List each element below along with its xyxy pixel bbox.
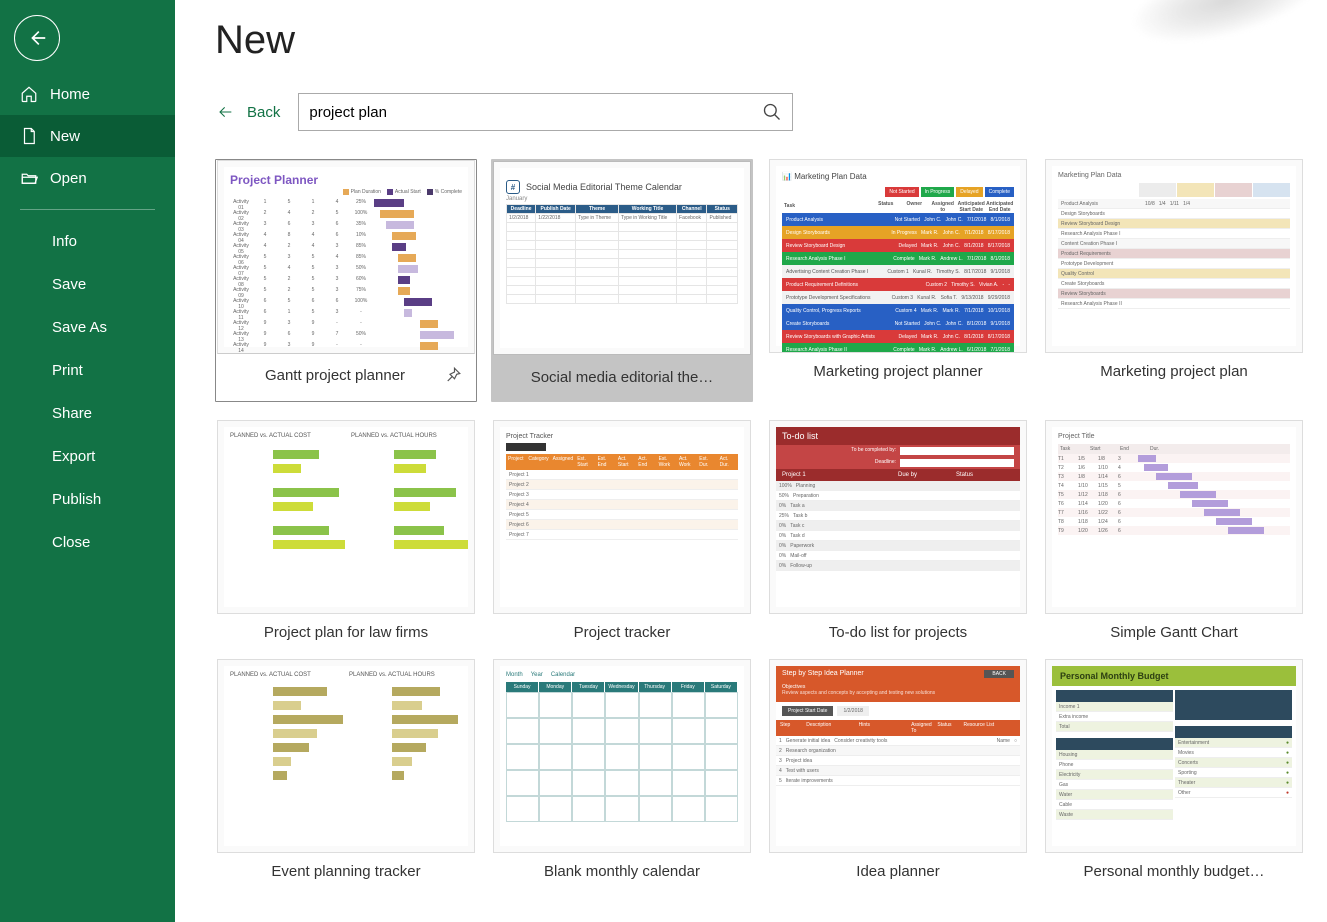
template-thumb: # Social Media Editorial Theme Calendar … (493, 161, 751, 355)
template-card-proj-tracker[interactable]: Project Tracker ProjectCategoryAssignedE… (491, 420, 753, 641)
sidebar-label: Info (52, 233, 77, 250)
template-label: Event planning tracker (215, 853, 477, 880)
template-thumb: PLANNED vs. ACTUAL COST PLANNED vs. ACTU… (217, 659, 475, 853)
template-thumb: Marketing Plan Data Product Analysis10/8… (1045, 159, 1303, 353)
arrow-left-icon (26, 27, 48, 49)
sidebar-label: Publish (52, 491, 101, 508)
home-icon (20, 85, 38, 103)
sidebar-label: New (50, 128, 80, 145)
sidebar-item-new[interactable]: New (0, 115, 175, 157)
sidebar-item-home[interactable]: Home (0, 73, 175, 115)
thumb-title: PLANNED vs. ACTUAL COST (230, 433, 345, 439)
arrow-left-icon (215, 104, 237, 120)
template-card-law-firms[interactable]: PLANNED vs. ACTUAL COST PLANNED vs. ACTU… (215, 420, 477, 641)
thumb-subtitle: Year (531, 672, 543, 678)
sidebar-item-publish[interactable]: Publish (0, 478, 175, 521)
template-thumb: Project Title TaskStartEndDur. T11/51/83… (1045, 420, 1303, 614)
back-link-label: Back (247, 104, 280, 121)
back-circle-button[interactable] (14, 15, 60, 61)
sidebar-item-close[interactable]: Close (0, 521, 175, 564)
thumb-title: Project Tracker (506, 433, 738, 440)
template-card-blank-calendar[interactable]: MonthYearCalendar SundayMondayTuesdayWed… (491, 659, 753, 880)
thumb-title: To-do list (776, 427, 1020, 445)
thumb-title: Project Title (1058, 433, 1290, 440)
thumb-title: Marketing Plan Data (1058, 172, 1290, 179)
template-grid: Project Planner Plan DurationActual Star… (215, 159, 1287, 880)
sidebar-label: Save As (52, 319, 107, 336)
template-thumb: Project Tracker ProjectCategoryAssignedE… (493, 420, 751, 614)
backstage-sidebar: Home New Open Info Save Save As Print Sh… (0, 0, 175, 922)
thumb-title: PLANNED vs. ACTUAL HOURS (349, 672, 462, 678)
template-label: Simple Gantt Chart (1043, 614, 1305, 641)
search-icon[interactable] (762, 102, 782, 122)
sidebar-item-open[interactable]: Open (0, 157, 175, 199)
template-label: Project plan for law firms (215, 614, 477, 641)
template-label: Idea planner (767, 853, 1029, 880)
template-thumb: MonthYearCalendar SundayMondayTuesdayWed… (493, 659, 751, 853)
template-card-event-tracker[interactable]: PLANNED vs. ACTUAL COST PLANNED vs. ACTU… (215, 659, 477, 880)
search-input[interactable] (309, 104, 762, 121)
thumb-subtitle: Calendar (551, 672, 575, 678)
sidebar-item-export[interactable]: Export (0, 435, 175, 478)
sidebar-item-save[interactable]: Save (0, 263, 175, 306)
sidebar-item-share[interactable]: Share (0, 392, 175, 435)
thumb-title: Marketing Plan Data (794, 172, 866, 181)
folder-open-icon (20, 169, 38, 187)
template-card-mkt-planner[interactable]: 📊 Marketing Plan Data Not Started In Pro… (767, 159, 1029, 402)
thumb-title: Personal Monthly Budget (1052, 666, 1296, 686)
template-card-mkt-plan[interactable]: Marketing Plan Data Product Analysis10/8… (1043, 159, 1305, 402)
template-card-social-media[interactable]: # Social Media Editorial Theme Calendar … (491, 159, 753, 402)
thumb-title: PLANNED vs. ACTUAL HOURS (351, 433, 468, 439)
thumb-subtitle: Month (506, 672, 523, 678)
sidebar-label: Print (52, 362, 83, 379)
sidebar-label: Export (52, 448, 95, 465)
template-search-box[interactable] (298, 93, 793, 131)
template-label: To-do list for projects (767, 614, 1029, 641)
template-thumb: Personal Monthly Budget Income 1 Extra i… (1045, 659, 1303, 853)
pin-icon[interactable] (442, 364, 464, 386)
sidebar-label: Open (50, 170, 87, 187)
template-label: Social media editorial the… (493, 355, 751, 400)
template-label: Project tracker (491, 614, 753, 641)
main-content: New Back Project Planner Plan DurationAc… (175, 0, 1327, 922)
template-label: Gantt project planner (228, 367, 442, 384)
template-thumb: To-do list To be completed by: Name Dead… (769, 420, 1027, 614)
sidebar-item-info[interactable]: Info (0, 220, 175, 263)
template-thumb: Project Planner Plan DurationActual Star… (217, 160, 475, 354)
thumb-title: Step by Step Idea Planner (782, 670, 864, 678)
template-label: Blank monthly calendar (491, 853, 753, 880)
thumb-title: PLANNED vs. ACTUAL COST (230, 672, 343, 678)
template-card-todo[interactable]: To-do list To be completed by: Name Dead… (767, 420, 1029, 641)
sidebar-item-saveas[interactable]: Save As (0, 306, 175, 349)
template-label: Marketing project plan (1043, 353, 1305, 380)
new-file-icon (20, 127, 38, 145)
template-thumb: Step by Step Idea PlannerBACK Objectives… (769, 659, 1027, 853)
template-card-personal-budget[interactable]: Personal Monthly Budget Income 1 Extra i… (1043, 659, 1305, 880)
back-link[interactable]: Back (215, 104, 280, 121)
sidebar-label: Close (52, 534, 90, 551)
thumb-title: Project Planner (230, 173, 462, 187)
sidebar-item-print[interactable]: Print (0, 349, 175, 392)
template-thumb: PLANNED vs. ACTUAL COST PLANNED vs. ACTU… (217, 420, 475, 614)
sidebar-label: Home (50, 86, 90, 103)
template-label: Personal monthly budget… (1043, 853, 1305, 880)
sidebar-label: Share (52, 405, 92, 422)
template-card-gantt-planner[interactable]: Project Planner Plan DurationActual Star… (215, 159, 477, 402)
thumb-title: Social Media Editorial Theme Calendar (526, 182, 682, 192)
sidebar-separator (20, 209, 155, 210)
template-label: Marketing project planner (767, 353, 1029, 380)
decorative-feather (1083, 0, 1327, 101)
template-card-idea-planner[interactable]: Step by Step Idea PlannerBACK Objectives… (767, 659, 1029, 880)
template-card-simple-gantt[interactable]: Project Title TaskStartEndDur. T11/51/83… (1043, 420, 1305, 641)
sidebar-label: Save (52, 276, 86, 293)
template-thumb: 📊 Marketing Plan Data Not Started In Pro… (769, 159, 1027, 353)
